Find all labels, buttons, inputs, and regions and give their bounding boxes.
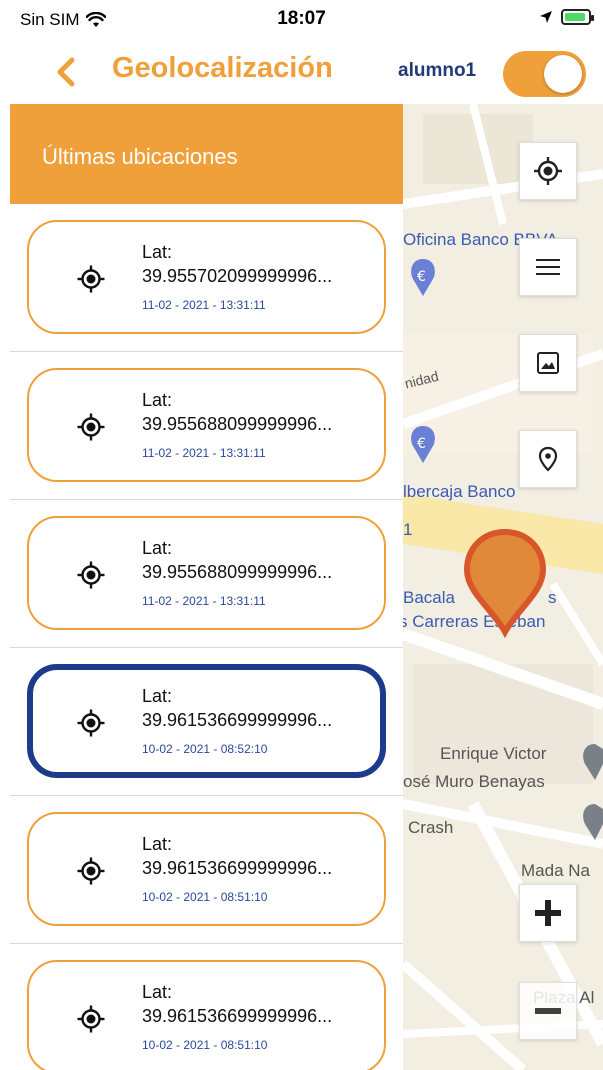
status-time: 18:07 xyxy=(277,8,326,29)
lat-value: 39.955688099999996... xyxy=(142,414,333,434)
gps-target-icon xyxy=(77,265,105,293)
location-marker-icon[interactable] xyxy=(463,528,547,638)
location-card[interactable]: Lat: 39.961536699999996... 10-02 - 2021 … xyxy=(27,812,386,926)
lat-label: Lat: xyxy=(142,538,173,558)
zoom-out-button[interactable] xyxy=(519,982,577,1040)
gps-target-icon xyxy=(77,561,105,589)
lat-value: 39.961536699999996... xyxy=(142,858,333,878)
user-name: alumno1 xyxy=(398,60,477,81)
location-card[interactable]: Lat: 39.955688099999996... 11-02 - 2021 … xyxy=(27,516,386,630)
map-label-crash: Crash xyxy=(408,818,454,837)
toggle-knob xyxy=(544,55,582,93)
list-item-2: Lat: 39.955688099999996... 11-02 - 2021 … xyxy=(10,352,403,500)
list-item-3: Lat: 39.955688099999996... 11-02 - 2021 … xyxy=(10,500,403,648)
status-bar: Sin SIM 18:07 xyxy=(0,0,603,40)
location-card[interactable]: Lat: 39.955702099999996... 11-02 - 2021 … xyxy=(27,220,386,334)
gps-target-icon xyxy=(77,1005,105,1033)
location-card[interactable]: Lat: 39.961536699999996... 10-02 - 2021 … xyxy=(27,960,386,1070)
gps-target-icon xyxy=(77,709,105,737)
image-button[interactable] xyxy=(519,334,577,392)
location-date: 10-02 - 2021 - 08:51:10 xyxy=(142,890,268,904)
location-arrow-icon xyxy=(540,11,552,23)
lat-label: Lat: xyxy=(142,834,173,854)
map-label-ibercaja: lbercaja Banco xyxy=(403,482,516,501)
list-item-5: Lat: 39.961536699999996... 10-02 - 2021 … xyxy=(10,796,403,944)
zoom-in-icon xyxy=(535,900,561,926)
tracking-toggle[interactable] xyxy=(503,51,586,97)
lat-label: Lat: xyxy=(142,686,173,706)
location-date: 10-02 - 2021 - 08:52:10 xyxy=(142,742,268,756)
list-item-1: Lat: 39.955702099999996... 11-02 - 2021 … xyxy=(10,204,403,352)
image-icon xyxy=(537,352,559,374)
battery-icon xyxy=(561,9,594,25)
lat-label: Lat: xyxy=(142,390,173,410)
place-icon xyxy=(538,446,558,472)
svg-text:€: € xyxy=(417,436,426,452)
map-view[interactable]: € € Oficina Banco BBVA nidad lbercaja Ba… xyxy=(403,104,603,1070)
menu-button[interactable] xyxy=(519,238,577,296)
map-label-muro: osé Muro Benayas xyxy=(403,772,545,791)
lat-label: Lat: xyxy=(142,242,173,262)
panel-title: Últimas ubicaciones xyxy=(42,144,238,169)
my-location-icon xyxy=(534,157,562,185)
lat-value: 39.955688099999996... xyxy=(142,562,333,582)
locations-panel: Últimas ubicaciones Lat: 39.955702099999… xyxy=(10,104,403,1070)
panel-header: Últimas ubicaciones xyxy=(10,104,403,204)
place-button[interactable] xyxy=(519,430,577,488)
list-item-4: Lat: 39.961536699999996... 10-02 - 2021 … xyxy=(10,648,403,796)
status-right xyxy=(539,9,594,25)
map-label-bacala-tail: s xyxy=(548,588,557,607)
location-date: 11-02 - 2021 - 13:31:11 xyxy=(142,446,266,460)
svg-text:€: € xyxy=(417,269,426,285)
lat-value: 39.961536699999996... xyxy=(142,1006,333,1026)
list-item-6: Lat: 39.961536699999996... 10-02 - 2021 … xyxy=(10,944,403,1070)
header: Geolocalización alumno1 xyxy=(0,40,603,104)
chevron-left-icon[interactable] xyxy=(50,54,86,90)
lat-value: 39.961536699999996... xyxy=(142,710,333,730)
page-title: Geolocalización xyxy=(112,52,333,84)
menu-icon xyxy=(536,259,560,275)
my-location-button[interactable] xyxy=(519,142,577,200)
location-card[interactable]: Lat: 39.955688099999996... 11-02 - 2021 … xyxy=(27,368,386,482)
location-card[interactable]: Lat: 39.961536699999996... 10-02 - 2021 … xyxy=(27,664,386,778)
zoom-out-icon xyxy=(535,1008,561,1014)
location-date: 10-02 - 2021 - 08:51:10 xyxy=(142,1038,268,1052)
map-label-bacala: Bacala xyxy=(403,588,455,607)
gps-target-icon xyxy=(77,857,105,885)
gps-target-icon xyxy=(77,413,105,441)
battery-level xyxy=(565,13,585,21)
map-label-mada: Mada Na xyxy=(521,861,590,880)
location-date: 11-02 - 2021 - 13:31:11 xyxy=(142,594,266,608)
lat-label: Lat: xyxy=(142,982,173,1002)
map-label-enrique: Enrique Victor xyxy=(440,744,547,763)
lat-value: 39.955702099999996... xyxy=(142,266,333,286)
location-date: 11-02 - 2021 - 13:31:11 xyxy=(142,298,266,312)
zoom-in-button[interactable] xyxy=(519,884,577,942)
map-label-one: 1 xyxy=(403,520,413,539)
